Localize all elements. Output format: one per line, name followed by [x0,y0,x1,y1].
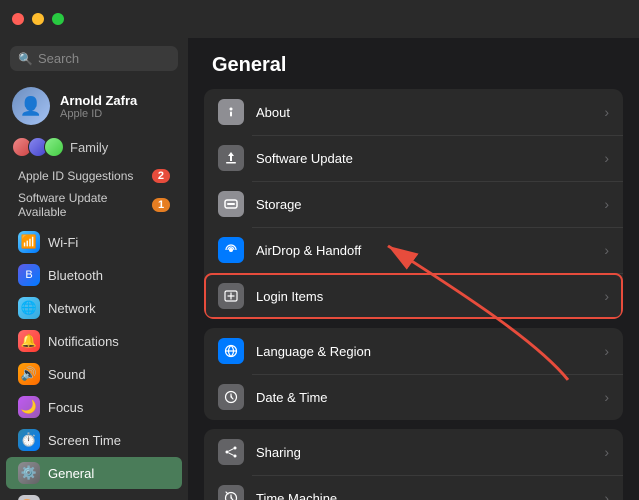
settings-item-time-machine[interactable]: Time Machine › [204,475,623,500]
sidebar-item-wifi[interactable]: 📶 Wi-Fi [6,226,182,258]
sidebar-item-focus-label: Focus [48,400,83,415]
sidebar-item-general[interactable]: ⚙️ General [6,457,182,489]
general-icon: ⚙️ [18,462,40,484]
family-label: Family [70,140,108,155]
software-update-chevron: › [604,150,609,166]
user-subtitle: Apple ID [60,108,137,120]
apple-id-suggestions[interactable]: Apple ID Suggestions 2 [6,166,182,186]
suggestions-label: Apple ID Suggestions [18,169,133,183]
network-icon: 🌐 [18,297,40,319]
settings-item-language[interactable]: Language & Region › [204,328,623,374]
bluetooth-icon: B [18,264,40,286]
datetime-icon [218,384,244,410]
settings-group-2: Language & Region › Date & Time › [204,328,623,420]
settings-item-software-update-label: Software Update [256,151,592,166]
sidebar-item-appearance[interactable]: 🎨 Appearance [6,490,182,500]
settings-item-sharing-label: Sharing [256,445,592,460]
settings-item-language-label: Language & Region [256,344,592,359]
login-items-icon [218,283,244,309]
content-title: General [188,38,639,89]
settings-item-datetime-label: Date & Time [256,390,592,405]
search-box[interactable]: 🔍 Search [10,46,178,71]
sidebar-item-wifi-label: Wi-Fi [48,235,78,250]
settings-item-airdrop[interactable]: AirDrop & Handoff › [204,227,623,273]
settings-item-storage[interactable]: Storage › [204,181,623,227]
settings-item-about[interactable]: About › [204,89,623,135]
sidebar-item-network[interactable]: 🌐 Network [6,292,182,324]
sidebar-item-network-label: Network [48,301,96,316]
sidebar-nav: 📶 Wi-Fi B Bluetooth 🌐 Network 🔔 Notifica… [0,223,188,500]
settings-item-datetime[interactable]: Date & Time › [204,374,623,420]
sidebar-item-screen-time[interactable]: ⏱️ Screen Time [6,424,182,456]
update-badge: 1 [152,198,170,212]
airdrop-chevron: › [604,242,609,258]
sound-icon: 🔊 [18,363,40,385]
settings-group-3: Sharing › Time Machine › T [204,429,623,500]
settings-item-login-items[interactable]: Login Items › [204,273,623,319]
settings-item-login-items-label: Login Items [256,289,592,304]
software-update-meta[interactable]: Software Update Available 1 [6,188,182,222]
settings-list: About › Software Update › [188,89,639,500]
time-machine-icon [218,485,244,500]
storage-chevron: › [604,196,609,212]
language-icon [218,338,244,364]
family-avatars [12,137,64,157]
search-icon: 🔍 [18,52,33,66]
login-items-chevron: › [604,288,609,304]
sidebar-item-screen-time-label: Screen Time [48,433,121,448]
minimize-button[interactable] [32,13,44,25]
sidebar-item-notifications-label: Notifications [48,334,119,349]
content-area: General About › Softwa [188,38,639,500]
notifications-icon: 🔔 [18,330,40,352]
settings-item-about-label: About [256,105,592,120]
about-chevron: › [604,104,609,120]
search-placeholder: Search [38,51,79,66]
language-chevron: › [604,343,609,359]
appearance-icon: 🎨 [18,495,40,500]
time-machine-chevron: › [604,490,609,500]
about-icon [218,99,244,125]
sharing-icon [218,439,244,465]
sidebar-item-bluetooth-label: Bluetooth [48,268,103,283]
airdrop-icon [218,237,244,263]
sidebar-item-focus[interactable]: 🌙 Focus [6,391,182,423]
screen-time-icon: ⏱️ [18,429,40,451]
storage-icon [218,191,244,217]
settings-item-storage-label: Storage [256,197,592,212]
settings-item-airdrop-label: AirDrop & Handoff [256,243,592,258]
sidebar: 🔍 Search 👤 Arnold Zafra Apple ID Family [0,38,188,500]
sidebar-item-notifications[interactable]: 🔔 Notifications [6,325,182,357]
sharing-chevron: › [604,444,609,460]
sidebar-item-sound-label: Sound [48,367,86,382]
maximize-button[interactable] [52,13,64,25]
datetime-chevron: › [604,389,609,405]
family-avatar-3 [44,137,64,157]
software-update-icon [218,145,244,171]
user-info: Arnold Zafra Apple ID [60,93,137,120]
settings-item-software-update[interactable]: Software Update › [204,135,623,181]
main-container: 🔍 Search 👤 Arnold Zafra Apple ID Family [0,38,639,500]
title-bar [0,0,639,38]
update-label: Software Update Available [18,191,152,219]
user-name: Arnold Zafra [60,93,137,108]
sidebar-item-general-label: General [48,466,94,481]
suggestions-badge: 2 [152,169,170,183]
wifi-icon: 📶 [18,231,40,253]
avatar: 👤 [12,87,50,125]
focus-icon: 🌙 [18,396,40,418]
close-button[interactable] [12,13,24,25]
sidebar-item-sound[interactable]: 🔊 Sound [6,358,182,390]
content-wrapper: General About › Softwa [188,38,639,500]
user-profile[interactable]: 👤 Arnold Zafra Apple ID [0,79,188,133]
family-row[interactable]: Family [0,133,188,165]
settings-item-sharing[interactable]: Sharing › [204,429,623,475]
settings-group-1: About › Software Update › [204,89,623,319]
sidebar-item-bluetooth[interactable]: B Bluetooth [6,259,182,291]
settings-item-time-machine-label: Time Machine [256,491,592,500]
